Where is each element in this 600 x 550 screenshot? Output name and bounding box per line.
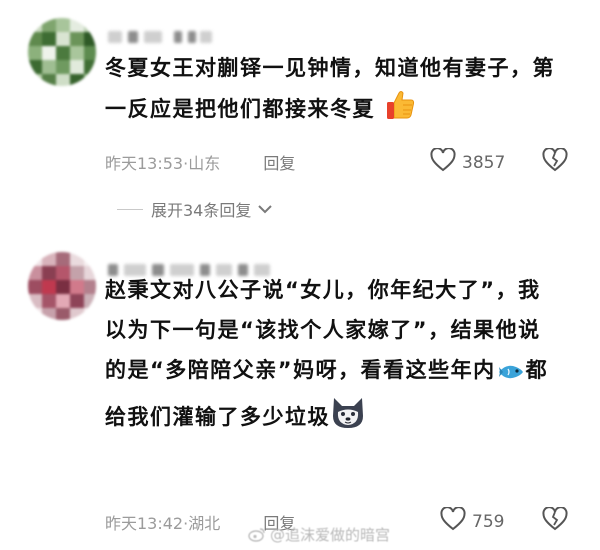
weibo-logo-icon bbox=[248, 527, 266, 546]
dislike-button[interactable] bbox=[542, 147, 568, 176]
fish-icon bbox=[496, 356, 526, 396]
comment-text-content: 赵秉文对八公子说“女儿，你年纪大了”，我以为下一句是“该找个人家嫁了”，结果他说… bbox=[105, 278, 541, 382]
expand-replies-label: 展开34条回复 bbox=[151, 201, 252, 220]
heart-icon bbox=[430, 147, 456, 177]
avatar[interactable] bbox=[28, 252, 96, 320]
avatar[interactable] bbox=[28, 18, 96, 86]
comment-text: 赵秉文对八公子说“女儿，你年纪大了”，我以为下一句是“该找个人家嫁了”，结果他说… bbox=[105, 270, 560, 443]
comment-location: 湖北 bbox=[188, 514, 221, 533]
divider-line bbox=[117, 208, 143, 210]
comment-time: 昨天13:42 bbox=[105, 514, 184, 533]
watermark-text: @追沫爱做的暗宫 bbox=[270, 526, 391, 544]
thumbs-up-icon bbox=[384, 88, 418, 135]
comment-item: 赵秉文对八公子说“女儿，你年纪大了”，我以为下一句是“该找个人家嫁了”，结果他说… bbox=[0, 240, 600, 550]
comment-text: 冬夏女王对蒯铎一见钟情，知道他有妻子，第一反应是把他们都接来冬夏 bbox=[105, 48, 560, 135]
heart-icon bbox=[440, 506, 466, 536]
comment-meta: 昨天13:53·山东 回复 bbox=[105, 150, 295, 174]
broken-heart-icon bbox=[542, 506, 568, 535]
comment-text-content: 冬夏女王对蒯铎一见钟情，知道他有妻子，第一反应是把他们都接来冬夏 bbox=[105, 56, 555, 121]
comment-item: 冬夏女王对蒯铎一见钟情，知道他有妻子，第一反应是把他们都接来冬夏 昨天13:53… bbox=[0, 0, 600, 240]
broken-heart-icon bbox=[542, 147, 568, 176]
username-blurred[interactable] bbox=[108, 27, 213, 47]
comment-time: 昨天13:53 bbox=[105, 154, 184, 173]
like-count: 3857 bbox=[462, 152, 506, 173]
expand-replies-button[interactable]: 展开34条回复 bbox=[117, 197, 273, 221]
like-button[interactable]: 759 bbox=[440, 506, 505, 536]
husky-dog-icon bbox=[330, 396, 366, 443]
comment-location: 山东 bbox=[188, 154, 221, 173]
like-count: 759 bbox=[472, 511, 505, 532]
chevron-down-icon bbox=[257, 200, 273, 219]
reply-button[interactable]: 回复 bbox=[263, 154, 295, 173]
dislike-button[interactable] bbox=[542, 506, 568, 535]
like-button[interactable]: 3857 bbox=[430, 147, 506, 177]
watermark: @追沫爱做的暗宫 bbox=[248, 524, 390, 546]
